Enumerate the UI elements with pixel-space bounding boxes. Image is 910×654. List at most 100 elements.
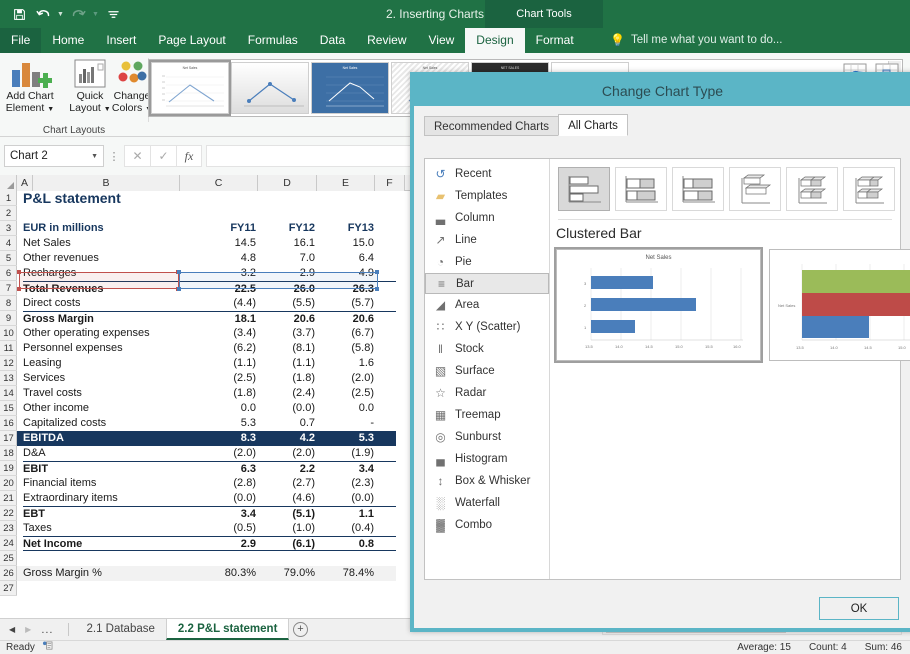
ok-button[interactable]: OK xyxy=(819,597,899,620)
row-header[interactable]: 12 xyxy=(0,356,17,371)
column-header-d[interactable]: D xyxy=(258,175,317,191)
ribbon-tab-review[interactable]: Review xyxy=(356,28,417,53)
column-header-a[interactable]: A xyxy=(17,175,33,191)
customize-qat-icon[interactable] xyxy=(102,3,124,25)
row-header[interactable]: 5 xyxy=(0,251,17,266)
row-header[interactable]: 13 xyxy=(0,371,17,386)
chart-type-label: Bar xyxy=(456,278,474,290)
preview-clustered-bar[interactable]: Net Sales 321 xyxy=(556,249,761,361)
chart-type-recent[interactable]: ↺Recent xyxy=(425,163,549,185)
subtype-stacked-bar[interactable] xyxy=(615,167,667,211)
row-header[interactable]: 2 xyxy=(0,206,17,221)
chart-type-label: Recent xyxy=(455,168,491,180)
chevron-down-icon[interactable]: ▼ xyxy=(91,153,98,160)
ribbon-tab-design[interactable]: Design xyxy=(465,28,524,53)
sheet-tab-database[interactable]: 2.1 Database xyxy=(75,619,165,640)
row-header[interactable]: 23 xyxy=(0,521,17,536)
row-header[interactable]: 17 xyxy=(0,431,17,446)
chart-style-thumbnail[interactable]: Net Sales xyxy=(151,62,229,114)
row-header[interactable]: 14 xyxy=(0,386,17,401)
row-header[interactable]: 9 xyxy=(0,311,17,326)
row-header[interactable]: 16 xyxy=(0,416,17,431)
column-header-e[interactable]: E xyxy=(317,175,375,191)
chart-type-label: Treemap xyxy=(455,409,501,421)
column-header-c[interactable]: C xyxy=(180,175,258,191)
tab-all-charts[interactable]: All Charts xyxy=(558,114,628,136)
chart-type-combo[interactable]: ▓Combo xyxy=(425,514,549,536)
subtype-3d-stacked-bar[interactable] xyxy=(786,167,838,211)
select-all-corner[interactable] xyxy=(0,175,17,191)
chart-type-x-y-scatter[interactable]: ∷X Y (Scatter) xyxy=(425,316,549,338)
row-header[interactable]: 19 xyxy=(0,461,17,476)
name-box[interactable]: Chart 2 ▼ xyxy=(4,145,104,167)
add-chart-element-button[interactable]: Add Chart Element ▼ xyxy=(2,56,58,116)
sheet-nav-arrows[interactable]: ◀ ▶ ... xyxy=(0,619,62,640)
subtype-clustered-bar[interactable] xyxy=(558,167,610,211)
row-header[interactable]: 6 xyxy=(0,266,17,281)
chart-type-templates[interactable]: ▰Templates xyxy=(425,185,549,207)
row-header[interactable]: 11 xyxy=(0,341,17,356)
ribbon-tab-home[interactable]: Home xyxy=(41,28,95,53)
row-header[interactable]: 25 xyxy=(0,551,17,566)
chart-style-thumbnail[interactable]: Net Sales xyxy=(311,62,389,114)
sheet-nav-next-icon[interactable]: ▶ xyxy=(25,625,31,634)
tell-me-box[interactable]: 💡 Tell me what you want to do... xyxy=(610,28,782,53)
ribbon-tab-file[interactable]: File xyxy=(0,28,41,53)
chart-type-radar[interactable]: ☆Radar xyxy=(425,382,549,404)
undo-dropdown-icon[interactable]: ▼ xyxy=(56,11,65,18)
ribbon-tab-view[interactable]: View xyxy=(418,28,466,53)
chart-type-surface[interactable]: ▧Surface xyxy=(425,360,549,382)
sheet-tab-pl-statement[interactable]: 2.2 P&L statement xyxy=(166,619,290,640)
column-header-b[interactable]: B xyxy=(33,175,180,191)
save-icon[interactable] xyxy=(8,3,30,25)
add-sheet-button[interactable]: + xyxy=(289,619,311,640)
row-header[interactable]: 1 xyxy=(0,191,17,206)
chart-type-waterfall[interactable]: ░Waterfall xyxy=(425,492,549,514)
svg-text:15.0: 15.0 xyxy=(675,344,684,349)
cancel-formula-button[interactable]: ✕ xyxy=(124,145,150,167)
preview-clustered-bar-alt[interactable]: Net Sales 13.514.014.5 15.015.5 xyxy=(769,249,910,361)
subtype-100-stacked-bar[interactable] xyxy=(672,167,724,211)
chart-type-column[interactable]: ▃Column xyxy=(425,207,549,229)
row-header[interactable]: 20 xyxy=(0,476,17,491)
insert-function-button[interactable]: fx xyxy=(176,145,202,167)
chart-type-bar[interactable]: ≡Bar xyxy=(425,273,549,294)
row-header[interactable]: 7 xyxy=(0,281,17,296)
row-header[interactable]: 27 xyxy=(0,581,17,596)
chart-style-thumbnail[interactable]: Net Sales xyxy=(231,62,309,114)
subtype-3d-clustered-bar[interactable] xyxy=(729,167,781,211)
row-header[interactable]: 26 xyxy=(0,566,17,581)
chart-type-stock[interactable]: ‖Stock xyxy=(425,338,549,360)
chart-type-box-whisker[interactable]: ↕Box & Whisker xyxy=(425,470,549,492)
row-label: EBT xyxy=(23,506,45,521)
undo-icon[interactable] xyxy=(32,3,54,25)
enter-formula-button[interactable]: ✓ xyxy=(150,145,176,167)
subtype-3d-100-stacked-bar[interactable] xyxy=(843,167,895,211)
chart-type-area[interactable]: ◢Area xyxy=(425,294,549,316)
ribbon-tab-page-layout[interactable]: Page Layout xyxy=(147,28,236,53)
row-header[interactable]: 4 xyxy=(0,236,17,251)
row-header[interactable]: 24 xyxy=(0,536,17,551)
row-header[interactable]: 18 xyxy=(0,446,17,461)
row-header[interactable]: 8 xyxy=(0,296,17,311)
chart-type-histogram[interactable]: ▄Histogram xyxy=(425,448,549,470)
column-header-f[interactable]: F xyxy=(375,175,405,191)
tell-me-label: Tell me what you want to do... xyxy=(631,28,783,53)
row-header[interactable]: 3 xyxy=(0,221,17,236)
tab-recommended-charts[interactable]: Recommended Charts xyxy=(424,116,559,136)
sheet-overflow-icon[interactable]: ... xyxy=(41,624,53,636)
chart-type-pie[interactable]: ◔Pie xyxy=(425,251,549,273)
row-header[interactable]: 22 xyxy=(0,506,17,521)
ribbon-tab-data[interactable]: Data xyxy=(309,28,356,53)
ribbon-tab-formulas[interactable]: Formulas xyxy=(237,28,309,53)
chart-type-sunburst[interactable]: ◎Sunburst xyxy=(425,426,549,448)
row-header[interactable]: 10 xyxy=(0,326,17,341)
row-header[interactable]: 21 xyxy=(0,491,17,506)
ribbon-tab-format[interactable]: Format xyxy=(525,28,585,53)
chart-type-treemap[interactable]: ▦Treemap xyxy=(425,404,549,426)
row-header[interactable]: 15 xyxy=(0,401,17,416)
chart-type-line[interactable]: ↗Line xyxy=(425,229,549,251)
sheet-nav-prev-icon[interactable]: ◀ xyxy=(9,625,15,634)
formula-bar-expander[interactable]: ⋮ xyxy=(104,150,124,163)
ribbon-tab-insert[interactable]: Insert xyxy=(95,28,147,53)
